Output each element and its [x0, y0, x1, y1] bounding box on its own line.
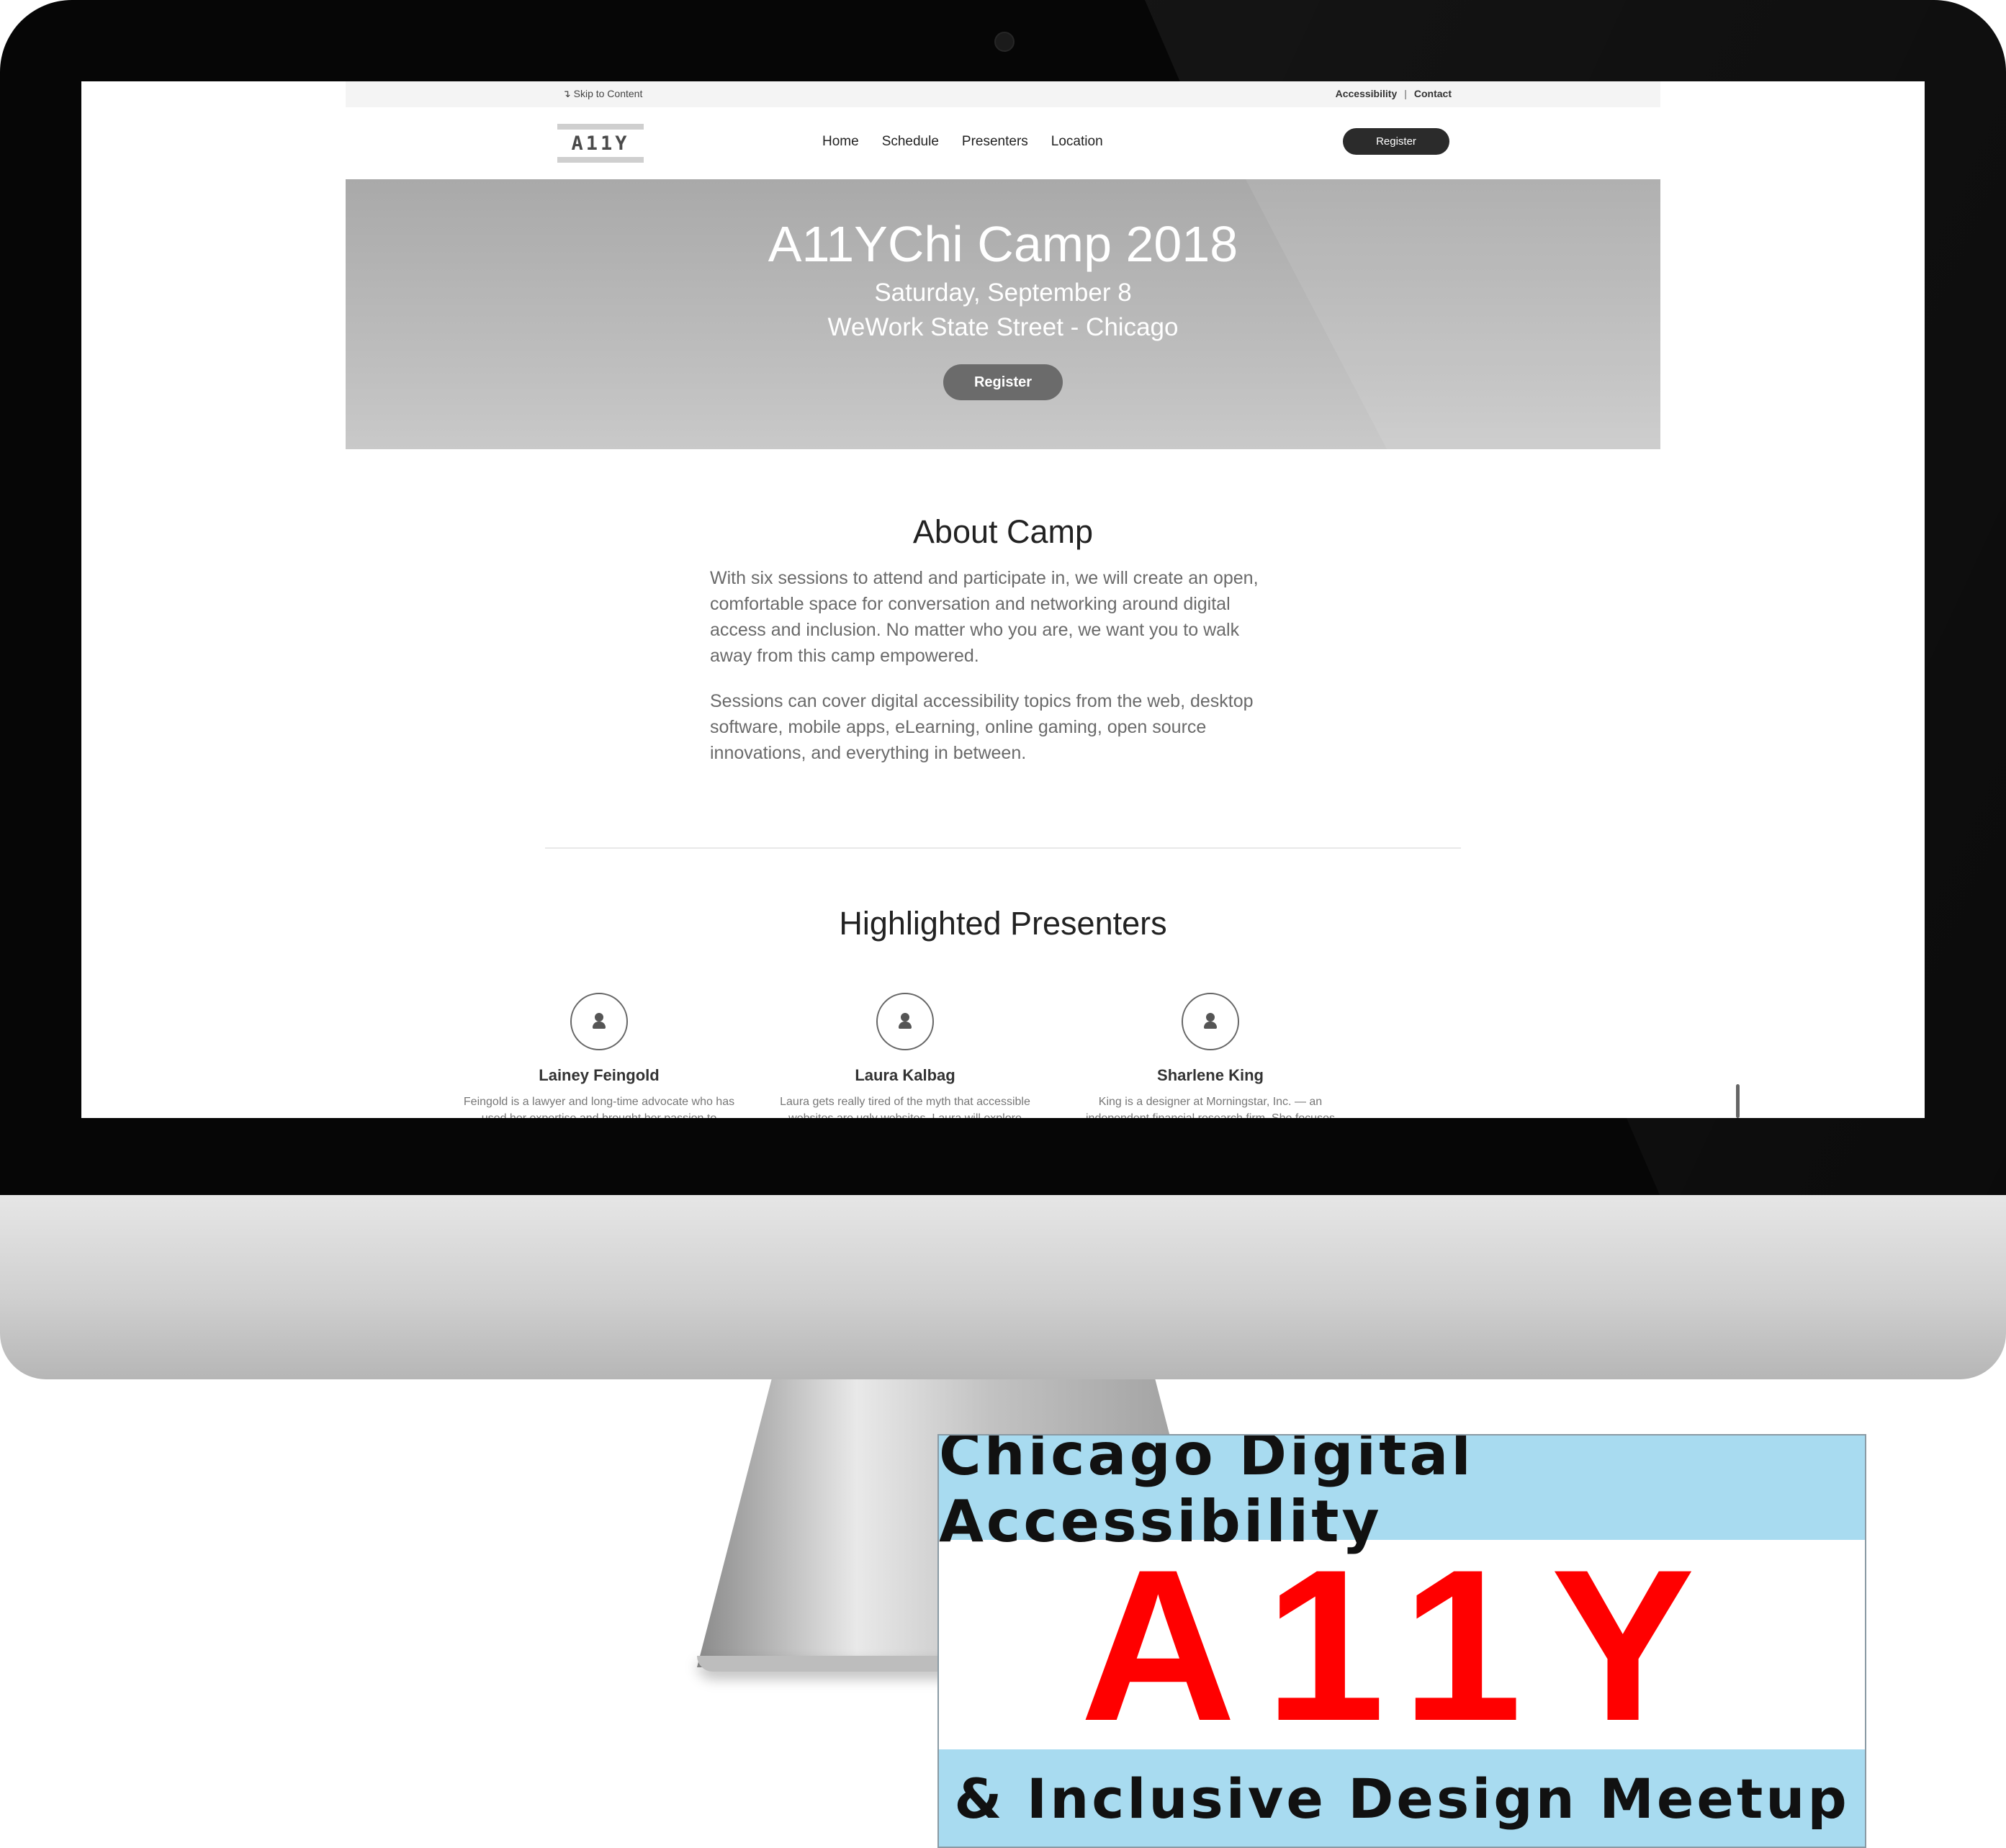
presenter-name: Sharlene King — [1157, 1066, 1264, 1084]
meetup-logo-a11y: A11Y — [1080, 1523, 1724, 1766]
hero-title: A11YChi Camp 2018 — [768, 216, 1238, 272]
presenter-name: Laura Kalbag — [855, 1066, 955, 1084]
scrollbar-thumb[interactable] — [1736, 1084, 1740, 1118]
site-logo[interactable]: A11Y — [557, 124, 644, 163]
utility-separator: | — [1404, 88, 1407, 99]
presenter-card[interactable]: Laura Kalbag Laura gets really tired of … — [761, 993, 1049, 1118]
presenter-bio: Laura gets really tired of the myth that… — [780, 1096, 1030, 1118]
contact-link[interactable]: Contact — [1414, 88, 1452, 99]
about-paragraph: Sessions can cover digital accessibility… — [710, 691, 1254, 763]
nav-location[interactable]: Location — [1051, 134, 1103, 150]
presenter-bio: King is a designer at Morningstar, Inc. … — [1086, 1096, 1335, 1118]
nav-presenters[interactable]: Presenters — [962, 134, 1028, 150]
header-register-button[interactable]: Register — [1343, 128, 1449, 155]
nav-home[interactable]: Home — [822, 134, 859, 150]
user-avatar-icon — [1182, 993, 1239, 1050]
nav-schedule[interactable]: Schedule — [882, 134, 939, 150]
presenter-card[interactable]: Lainey Feingold Feingold is a lawyer and… — [455, 993, 743, 1118]
user-avatar-icon — [876, 993, 934, 1050]
camera-icon — [994, 32, 1015, 52]
monitor-screen: ↴ Skip to Content Accessibility | Contac… — [81, 81, 1925, 1118]
meetup-logo: Chicago Digital Accessibility A11Y & Inc… — [937, 1434, 1866, 1848]
presenter-card[interactable]: Sharlene King King is a designer at Morn… — [1066, 993, 1354, 1118]
user-avatar-icon — [570, 993, 628, 1050]
utility-links: Accessibility | Contact — [1336, 88, 1452, 99]
about-paragraph: With six sessions to attend and particip… — [710, 568, 1259, 666]
hero-venue: WeWork State Street - Chicago — [827, 313, 1179, 341]
website: ↴ Skip to Content Accessibility | Contac… — [346, 81, 1660, 1118]
hero-register-button[interactable]: Register — [943, 364, 1063, 400]
presenters-title: Highlighted Presenters — [839, 905, 1167, 942]
hero-date: Saturday, September 8 — [874, 279, 1132, 307]
presenter-name: Lainey Feingold — [539, 1066, 660, 1084]
section-divider — [545, 847, 1461, 849]
about-title: About Camp — [912, 513, 1094, 550]
hero-banner: A11YChi Camp 2018 Saturday, September 8 … — [346, 179, 1660, 449]
presenter-bio: Feingold is a lawyer and long-time advoc… — [463, 1096, 735, 1118]
skip-to-content-link[interactable]: ↴ Skip to Content — [562, 88, 642, 100]
monitor-chin — [0, 1195, 2006, 1379]
accessibility-link[interactable]: Accessibility — [1336, 88, 1398, 99]
main-nav: Home Schedule Presenters Location — [822, 134, 1103, 150]
meetup-logo-bottom-text: & Inclusive Design Meetup — [939, 1749, 1865, 1847]
utility-bar: ↴ Skip to Content Accessibility | Contac… — [346, 81, 1660, 107]
